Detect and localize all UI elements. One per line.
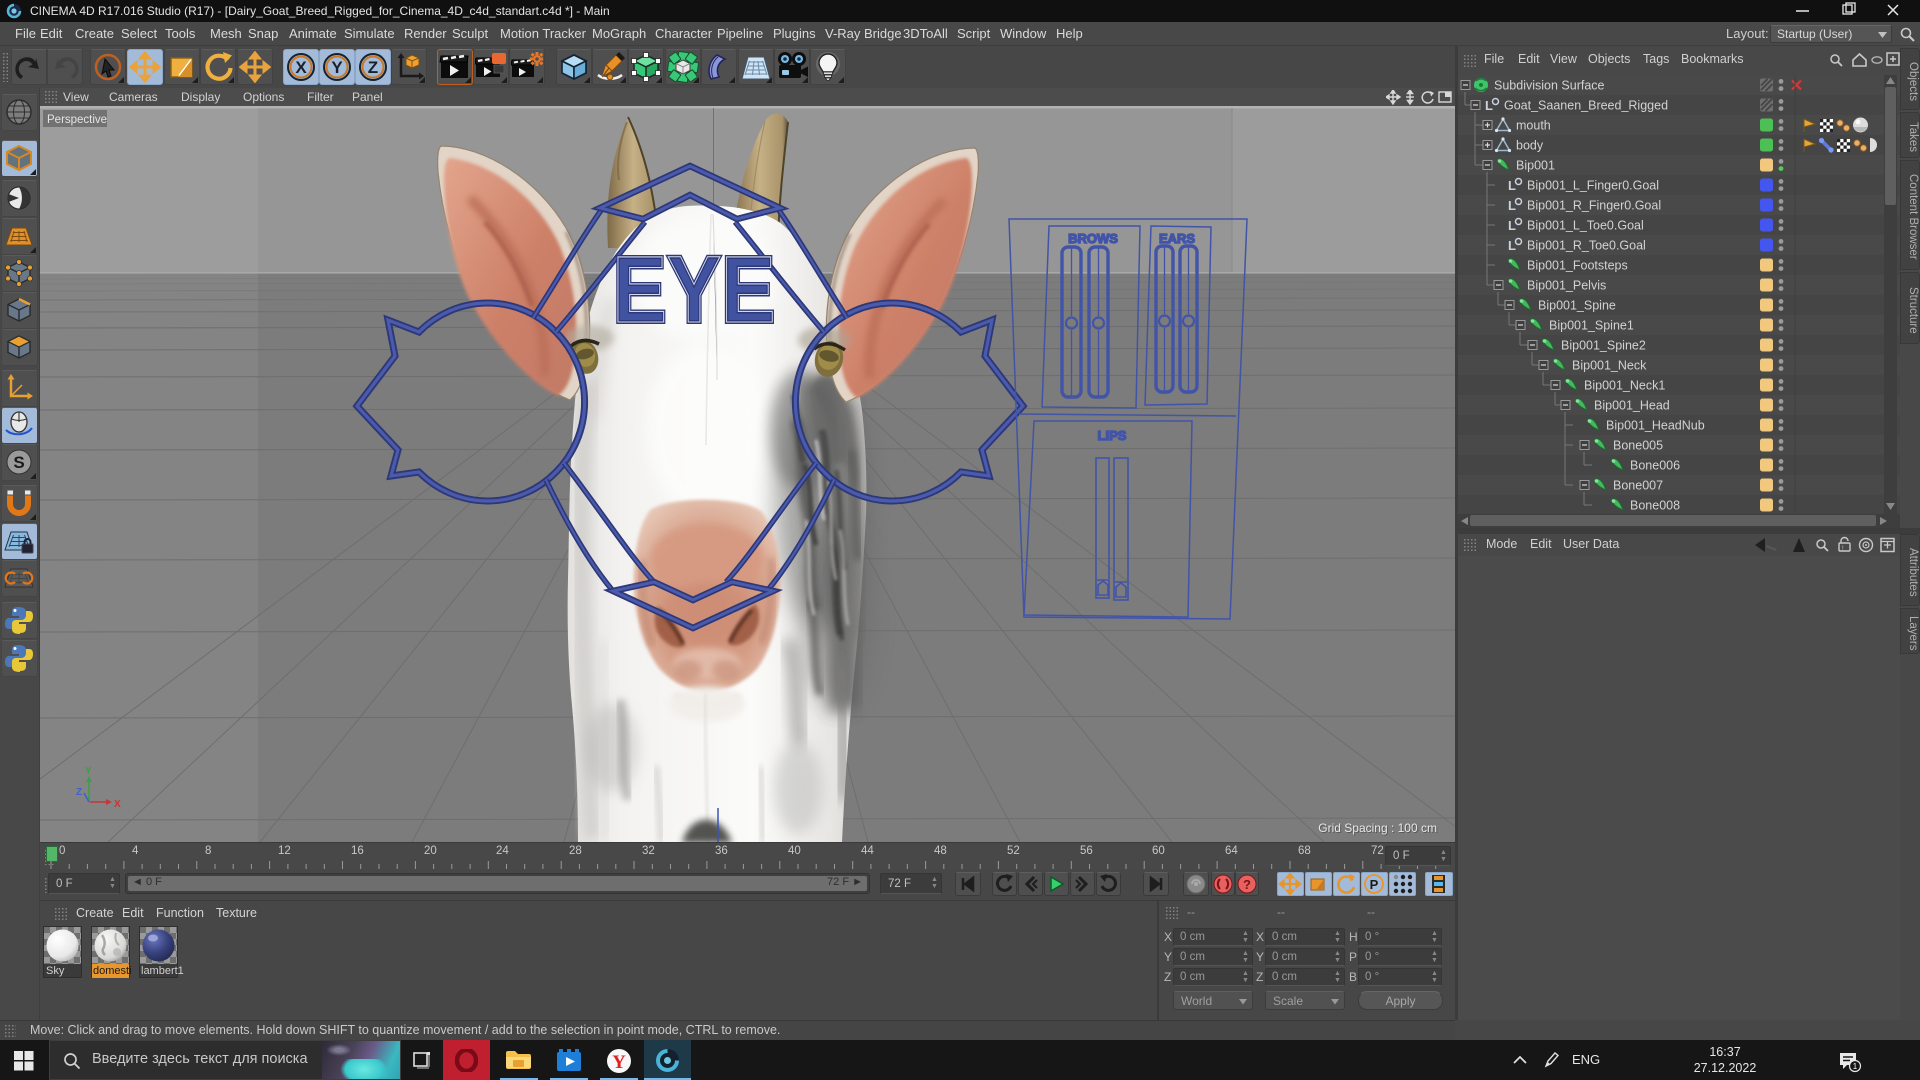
svg-text:?: ?	[1243, 877, 1251, 892]
svg-text:Bip001_Head: Bip001_Head	[1594, 399, 1670, 413]
svg-text:L: L	[1508, 238, 1516, 253]
svg-text:Grid Spacing : 100 cm: Grid Spacing : 100 cm	[1318, 821, 1437, 835]
svg-text:Perspective: Perspective	[47, 114, 107, 126]
svg-text:Bip001_R_Finger0.Goal: Bip001_R_Finger0.Goal	[1527, 199, 1661, 213]
svg-text:Bip001_L_Finger0.Goal: Bip001_L_Finger0.Goal	[1527, 179, 1659, 193]
svg-text:Bone008: Bone008	[1630, 499, 1680, 513]
svg-text:EARS: EARS	[1159, 231, 1195, 246]
svg-text:BROWS: BROWS	[1068, 231, 1118, 246]
svg-text:body: body	[1516, 139, 1544, 153]
svg-text:Bip001_Neck1: Bip001_Neck1	[1584, 379, 1665, 393]
svg-text:S: S	[13, 453, 24, 472]
svg-text:1: 1	[1853, 1062, 1858, 1071]
svg-text:mouth: mouth	[1516, 119, 1551, 133]
svg-text:LIPS: LIPS	[1098, 428, 1127, 443]
svg-text:P: P	[1370, 877, 1379, 892]
svg-text:Bip001_Footsteps: Bip001_Footsteps	[1527, 259, 1628, 273]
svg-text:Bip001_Pelvis: Bip001_Pelvis	[1527, 279, 1606, 293]
svg-text:Bone005: Bone005	[1613, 439, 1663, 453]
svg-text:L: L	[1508, 178, 1516, 193]
svg-text:Goat_Saanen_Breed_Rigged: Goat_Saanen_Breed_Rigged	[1504, 99, 1668, 113]
svg-text:X: X	[114, 799, 121, 810]
svg-text:Bip001_Spine: Bip001_Spine	[1538, 299, 1616, 313]
svg-text:Bip001: Bip001	[1516, 159, 1555, 173]
svg-text:Bone006: Bone006	[1630, 459, 1680, 473]
svg-text:Y: Y	[331, 58, 343, 77]
svg-text:Z: Z	[368, 58, 378, 77]
svg-text:Bip001_Spine2: Bip001_Spine2	[1561, 339, 1646, 353]
svg-text:Bip001_HeadNub: Bip001_HeadNub	[1606, 419, 1705, 433]
svg-text:Bone007: Bone007	[1613, 479, 1663, 493]
svg-text:Y: Y	[612, 1052, 626, 1073]
svg-text:EYE: EYE	[613, 237, 776, 343]
svg-text:Y: Y	[85, 766, 92, 777]
svg-text:Bip001_L_Toe0.Goal: Bip001_L_Toe0.Goal	[1527, 219, 1644, 233]
svg-text:X: X	[295, 58, 307, 77]
svg-text:Z: Z	[76, 787, 82, 798]
svg-text:L: L	[1485, 98, 1493, 113]
svg-text:Bip001_Neck: Bip001_Neck	[1572, 359, 1647, 373]
svg-text:Subdivision Surface: Subdivision Surface	[1494, 79, 1605, 93]
svg-text:Bip001_Spine1: Bip001_Spine1	[1549, 319, 1634, 333]
svg-text:Bip001_R_Toe0.Goal: Bip001_R_Toe0.Goal	[1527, 239, 1646, 253]
svg-text:L: L	[1508, 198, 1516, 213]
svg-text:L: L	[1508, 218, 1516, 233]
